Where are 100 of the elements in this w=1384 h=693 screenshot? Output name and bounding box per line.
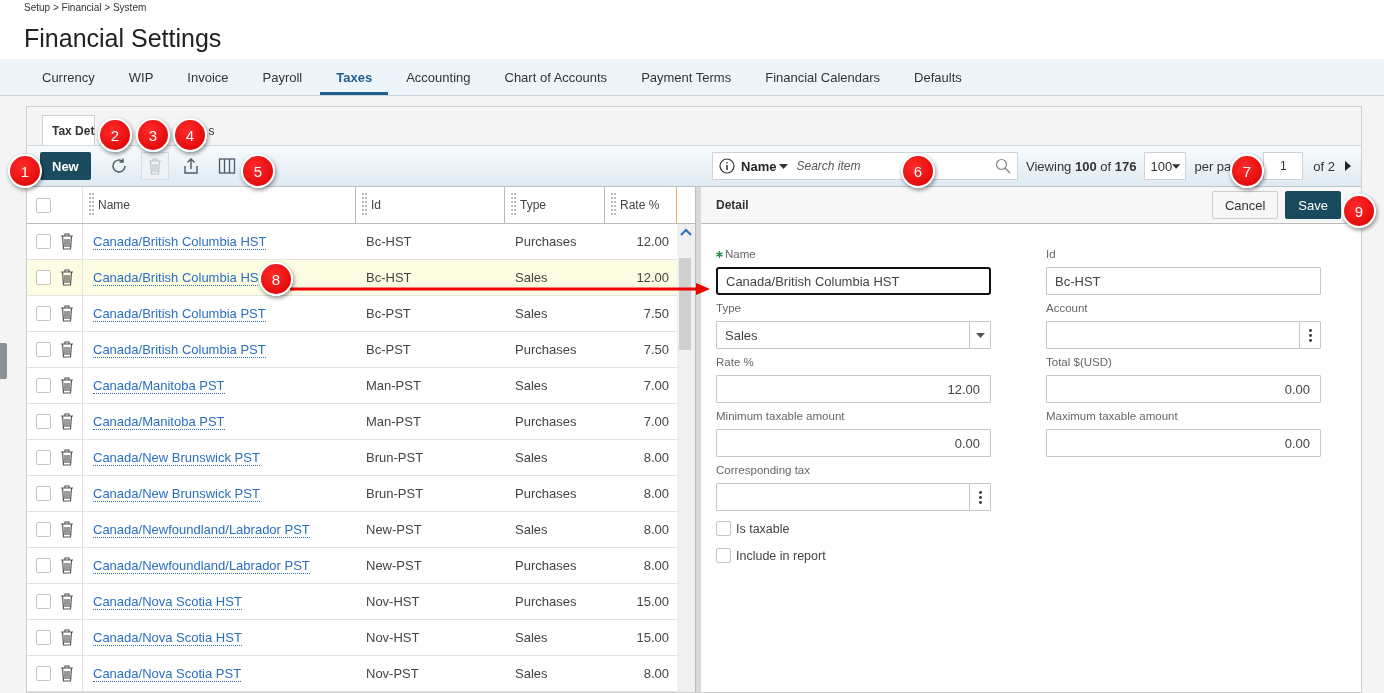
name-link[interactable]: Canada/British Columbia HST [93,233,267,250]
row-checkbox[interactable] [36,558,51,573]
table-row[interactable]: Canada/Newfoundland/Labrador PST New-PST Sales 8.00 [27,512,677,548]
row-checkbox[interactable] [36,234,51,249]
row-checkbox[interactable] [36,630,51,645]
checkbox[interactable] [716,521,731,536]
column-header[interactable]: Id [371,198,381,212]
trash-icon[interactable] [60,377,74,394]
trash-icon[interactable] [60,233,74,250]
table-row[interactable]: Canada/Manitoba PST Man-PST Purchases 7.00 [27,404,677,440]
name-link[interactable]: Canada/New Brunswick PST [93,449,260,466]
row-checkbox[interactable] [36,522,51,537]
input-field[interactable] [1046,321,1321,349]
table-row[interactable]: Canada/British Columbia HST Bc-HST Purchases 12.00 [27,224,677,260]
table-row[interactable]: Canada/Nova Scotia HST Nov-HST Purchases 15.00 [27,584,677,620]
row-checkbox[interactable] [36,594,51,609]
table-row[interactable]: Canada/British Columbia PST Bc-PST Sales 7.50 [27,296,677,332]
collapse-handle[interactable] [0,343,7,379]
row-checkbox[interactable] [36,414,51,429]
input-field[interactable]: 0.00 [1046,375,1321,403]
nav-tab[interactable]: WIP [112,59,170,95]
table-row[interactable]: Canada/New Brunswick PST Brun-PST Purchases 8.00 [27,476,677,512]
name-link[interactable]: Canada/British Columbia PST [93,305,266,322]
trash-icon[interactable] [60,665,74,682]
name-link[interactable]: Canada/Manitoba PST [93,377,225,394]
more-icon[interactable] [978,490,982,504]
delete-button[interactable] [140,152,169,180]
trash-icon[interactable] [60,269,74,286]
table-row[interactable]: Canada/Nova Scotia PST Nov-PST Sales 8.00 [27,656,677,692]
select-all-checkbox[interactable] [36,197,51,213]
page-size-dropdown[interactable]: 100 [1144,152,1187,180]
name-link[interactable]: Canada/Newfoundland/Labrador PST [93,557,310,574]
nav-tab[interactable]: Financial Calendars [749,59,897,95]
scrollbar-thumb[interactable] [679,258,691,350]
next-page-icon[interactable] [1345,161,1351,171]
row-checkbox[interactable] [36,342,51,357]
row-checkbox[interactable] [36,270,51,285]
drag-handle-icon[interactable] [89,192,94,218]
required-icon [716,250,723,258]
nav-tab[interactable]: Chart of Accounts [488,59,624,95]
upload-icon [181,157,200,175]
column-header[interactable]: Name [98,198,130,212]
page-title: Financial Settings [23,23,223,55]
name-link[interactable]: Canada/British Columbia HS [93,269,259,286]
table-row[interactable]: Canada/Newfoundland/Labrador PST New-PST Purchases 8.00 [27,548,677,584]
table-cell-text: 15.00 [635,629,670,647]
input-field[interactable]: 0.00 [716,429,991,457]
name-link[interactable]: Canada/Nova Scotia HST [93,593,242,610]
trash-icon[interactable] [60,557,74,574]
trash-icon[interactable] [60,629,74,646]
row-checkbox[interactable] [36,450,51,465]
input-field[interactable]: Canada/British Columbia HST [716,267,991,295]
search-icon[interactable] [995,158,1012,174]
row-checkbox[interactable] [36,666,51,681]
trash-icon[interactable] [60,413,74,430]
new-button[interactable]: New [40,152,91,180]
trash-icon[interactable] [60,593,74,610]
nav-tab[interactable]: Invoice [171,59,245,95]
name-link[interactable]: Canada/Manitoba PST [93,413,225,430]
name-link[interactable]: Canada/Nova Scotia HST [93,629,242,646]
drag-handle-icon[interactable] [611,192,616,218]
checkbox[interactable] [716,548,731,563]
more-icon[interactable] [1308,328,1312,342]
input-field[interactable] [716,483,991,511]
sub-tab[interactable]: Tax Det [42,115,96,145]
input-field[interactable]: Bc-HST [1046,267,1321,295]
search-scope[interactable]: Name [741,158,789,174]
trash-icon[interactable] [60,485,74,502]
page-input[interactable]: 1 [1263,152,1304,180]
row-checkbox[interactable] [36,378,51,393]
cancel-button[interactable]: Cancel [1211,191,1279,219]
name-link[interactable]: Canada/New Brunswick PST [93,485,260,502]
trash-icon[interactable] [60,449,74,466]
input-field[interactable]: 0.00 [1046,429,1321,457]
name-link[interactable]: Canada/Nova Scotia PST [93,665,242,682]
nav-tab[interactable]: Accounting [390,59,487,95]
name-link[interactable]: Canada/British Columbia PST [93,341,266,358]
row-checkbox[interactable] [36,486,51,501]
trash-icon[interactable] [60,305,74,322]
name-link[interactable]: Canada/Newfoundland/Labrador PST [93,521,310,538]
nav-tab[interactable]: Payment Terms [625,59,748,95]
trash-icon[interactable] [60,521,74,538]
nav-tab[interactable]: Defaults [898,59,978,95]
nav-tab[interactable]: Currency [26,59,111,95]
nav-tab[interactable]: Payroll [246,59,319,95]
type-dropdown[interactable]: Sales [716,321,991,349]
trash-icon[interactable] [60,341,74,358]
scroll-up-icon[interactable] [680,228,692,236]
input-field[interactable]: 12.00 [716,375,991,403]
drag-handle-icon[interactable] [511,192,516,218]
table-row[interactable]: Canada/New Brunswick PST Brun-PST Sales 8.00 [27,440,677,476]
table-row[interactable]: Canada/Manitoba PST Man-PST Sales 7.00 [27,368,677,404]
save-button[interactable]: Save [1285,191,1341,219]
sub-tab[interactable]: s [207,115,216,145]
column-header[interactable]: Type [520,198,546,212]
row-checkbox[interactable] [36,306,51,321]
table-row[interactable]: Canada/Nova Scotia HST Nov-HST Sales 15.00 [27,620,677,656]
drag-handle-icon[interactable] [362,192,367,218]
table-row[interactable]: Canada/British Columbia PST Bc-PST Purchases 7.50 [27,332,677,368]
column-header[interactable]: Rate % [620,198,660,212]
